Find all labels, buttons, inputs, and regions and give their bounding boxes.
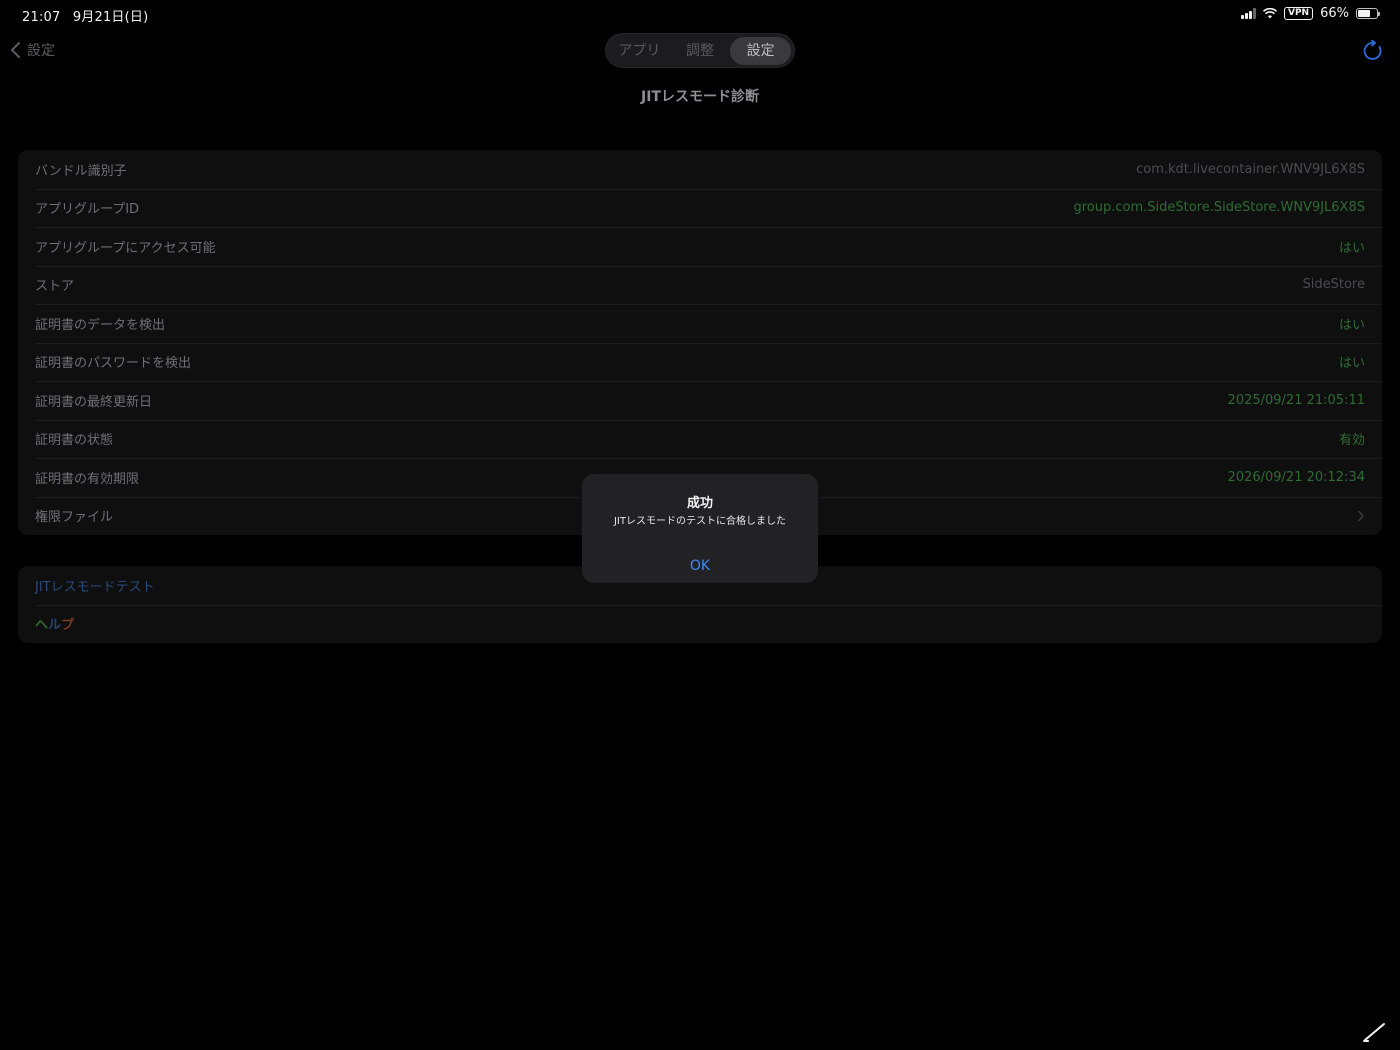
row-label: 証明書の最終更新日: [35, 394, 153, 410]
jitless-test-label: JITレスモードテスト: [35, 579, 155, 595]
row-label: 証明書の状態: [35, 433, 114, 449]
segment-settings[interactable]: 設定: [730, 36, 792, 65]
row-label: 権限ファイル: [35, 510, 114, 526]
status-date: 9月21日(日): [72, 10, 149, 25]
status-bar: 21:07 9月21日(日) VPN 66%: [0, 0, 1400, 28]
row-cert-status: 証明書の状態 有効: [18, 419, 1382, 459]
page-title: JITレスモード診断: [641, 89, 759, 105]
help-label: ヘルプ: [35, 618, 75, 634]
segment-apps[interactable]: アプリ: [609, 37, 670, 65]
row-app-group-access: アプリグループにアクセス可能 はい: [18, 227, 1382, 266]
battery-percent: 66%: [1320, 6, 1349, 21]
chevron-right-icon: [1358, 510, 1364, 522]
row-value: はい: [1338, 240, 1365, 256]
row-value: はい: [1338, 356, 1365, 372]
row-label: 証明書のデータを検出: [35, 317, 166, 333]
row-label: 証明書のパスワードを検出: [35, 356, 192, 372]
row-value: 2026/09/21 20:12:34: [1227, 469, 1365, 485]
row-label: アプリグループにアクセス可能: [35, 240, 216, 256]
status-left: 21:07 9月21日(日): [22, 6, 156, 25]
success-alert: 成功 JITレスモードのテストに合格しました OK: [582, 474, 818, 583]
vpn-badge: VPN: [1284, 7, 1314, 20]
row-cert-last-updated: 証明書の最終更新日 2025/09/21 21:05:11: [18, 381, 1382, 420]
battery-icon: [1356, 8, 1380, 19]
cellular-signal-icon: [1241, 8, 1256, 19]
chevron-left-icon: [11, 42, 20, 58]
refresh-icon[interactable]: [1362, 40, 1384, 62]
alert-title: 成功: [686, 496, 713, 511]
row-value: はい: [1338, 317, 1365, 333]
row-label: バンドル識別子: [35, 163, 127, 179]
status-time: 21:07: [22, 10, 61, 25]
back-label: 設定: [27, 43, 55, 59]
alert-ok-button[interactable]: OK: [582, 558, 818, 574]
row-store: ストア SideStore: [18, 265, 1382, 305]
row-cert-password: 証明書のパスワードを検出 はい: [18, 342, 1382, 382]
row-value: 有効: [1338, 433, 1365, 449]
row-value: SideStore: [1302, 277, 1365, 293]
row-value: 2025/09/21 21:05:11: [1227, 392, 1365, 408]
row-cert-data: 証明書のデータを検出 はい: [18, 304, 1382, 343]
alert-message: JITレスモードのテストに合格しました: [613, 516, 786, 527]
segment-tweaks[interactable]: 調整: [670, 37, 731, 65]
row-value: group.com.SideStore.SideStore.WNV9JL6X8S: [1073, 200, 1365, 216]
row-app-group-id: アプリグループID group.com.SideStore.SideStore.…: [18, 188, 1382, 228]
row-label: ストア: [35, 279, 75, 295]
row-value: com.kdt.livecontainer.WNV9JL6X8S: [1136, 161, 1365, 177]
wifi-icon: [1263, 8, 1277, 19]
back-button[interactable]: 設定: [10, 38, 55, 62]
help-button[interactable]: ヘルプ: [18, 604, 1382, 644]
status-right: VPN 66%: [1241, 6, 1380, 21]
scribble-indicator-icon: [1363, 1023, 1385, 1042]
row-label: アプリグループID: [35, 202, 140, 218]
row-label: 証明書の有効期限: [35, 471, 140, 487]
row-bundle-id: バンドル識別子 com.kdt.livecontainer.WNV9JL6X8S: [18, 150, 1382, 189]
segmented-control: アプリ 調整 設定: [605, 33, 795, 68]
